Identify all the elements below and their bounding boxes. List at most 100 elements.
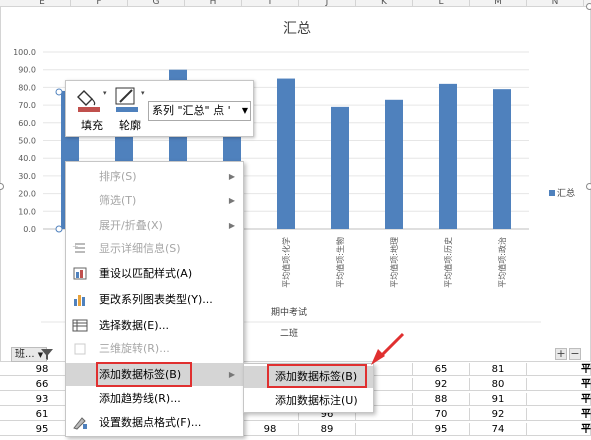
column-header[interactable]: E xyxy=(14,0,71,6)
column-header[interactable]: H xyxy=(185,0,242,6)
select-data-icon xyxy=(72,319,88,332)
resize-handle-right[interactable] xyxy=(586,183,591,190)
table-cell[interactable]: 89 xyxy=(299,423,356,436)
menu-item-filter[interactable]: 筛选(T) ▶ xyxy=(66,189,243,212)
series-selector-value: 系列 "汇总" 点 ' xyxy=(152,104,231,117)
table-cell[interactable]: 平 xyxy=(579,363,591,376)
menu-item-label: 更改系列图表类型(Y)... xyxy=(99,293,213,306)
column-header[interactable]: M xyxy=(470,0,527,6)
x-tick-label: 平均值项:化学 xyxy=(281,237,291,288)
chevron-right-icon: ▶ xyxy=(228,370,235,379)
y-tick-label: 80.0 xyxy=(18,83,36,92)
table-cell[interactable]: 98 xyxy=(242,423,299,436)
menu-item-label: 三维旋转(R)... xyxy=(99,342,170,355)
outline-button[interactable]: ▾ 轮廓 xyxy=(110,85,150,135)
menu-item-label: 筛选(T) xyxy=(99,194,137,207)
table-cell[interactable]: 74 xyxy=(470,423,527,436)
column-header[interactable]: I xyxy=(242,0,299,6)
table-cell[interactable]: 61 xyxy=(14,408,71,421)
column-header[interactable]: L xyxy=(413,0,470,6)
show-details-icon: + xyxy=(72,242,85,253)
chevron-right-icon: ▶ xyxy=(228,196,235,205)
fill-label: 填充 xyxy=(81,119,103,132)
chart-type-icon xyxy=(74,295,85,306)
highlight-box xyxy=(96,362,192,387)
table-cell[interactable]: 93 xyxy=(14,393,71,406)
series-selector-dropdown[interactable]: 系列 "汇总" 点 ' ▼ xyxy=(148,101,251,121)
table-cell[interactable]: 91 xyxy=(470,393,527,406)
row-field-label: 班... xyxy=(15,349,35,360)
resize-handle-top-right[interactable] xyxy=(586,3,591,10)
table-cell[interactable]: 平 xyxy=(579,378,591,391)
menu-item-show-details[interactable]: + 显示详细信息(S) xyxy=(66,237,243,260)
table-cell[interactable]: 92 xyxy=(413,378,470,391)
table-cell[interactable]: 98 xyxy=(14,363,71,376)
format-data-point-icon xyxy=(73,417,87,430)
menu-item-label: 重设以匹配样式(A) xyxy=(99,267,193,280)
column-header[interactable]: G xyxy=(128,0,185,6)
y-tick-label: 40.0 xyxy=(18,154,36,163)
column-header[interactable]: K xyxy=(356,0,413,6)
table-cell[interactable]: 平 xyxy=(579,408,591,421)
table-cell[interactable]: 平 xyxy=(579,393,591,406)
menu-item-sort[interactable]: 排序(S) ▶ xyxy=(66,165,243,188)
selection-handle xyxy=(55,88,63,96)
bar xyxy=(493,89,511,229)
table-cell[interactable]: 92 xyxy=(470,408,527,421)
fill-button[interactable]: ▾ 填充 xyxy=(72,85,112,135)
context-menu: 排序(S) ▶ 筛选(T) ▶ 展开/折叠(X) ▶ + 显示详细信息(S) 重… xyxy=(65,161,244,437)
table-cell[interactable]: 70 xyxy=(413,408,470,421)
chart-title: 汇总 xyxy=(283,21,311,37)
table-cell[interactable]: 88 xyxy=(413,393,470,406)
y-tick-label: 10.0 xyxy=(18,207,36,216)
submenu-item-add-data-callouts[interactable]: 添加数据标注(U) xyxy=(244,390,373,412)
y-tick-label: 90.0 xyxy=(18,66,36,75)
y-tick-label: 100.0 xyxy=(13,48,36,57)
table-cell[interactable]: 95 xyxy=(14,423,71,436)
column-header[interactable]: N xyxy=(527,0,584,6)
menu-item-label: 展开/折叠(X) xyxy=(99,219,163,232)
bar xyxy=(277,78,295,229)
bar xyxy=(385,99,403,229)
chevron-down-icon: ▼ xyxy=(241,106,248,115)
column-header[interactable]: J xyxy=(299,0,356,6)
collapse-button[interactable]: − xyxy=(569,348,581,360)
paint-bucket-icon: ▾ xyxy=(77,89,107,112)
submenu-item-label: 添加数据标注(U) xyxy=(275,394,358,407)
axis-group-label: 期中考试 xyxy=(271,306,307,318)
table-cell[interactable]: 65 xyxy=(413,363,470,376)
legend-label: 汇总 xyxy=(557,187,575,199)
menu-item-select-data[interactable]: 选择数据(E)... xyxy=(66,314,243,337)
svg-text:▾: ▾ xyxy=(103,89,107,97)
y-tick-label: 70.0 xyxy=(18,101,36,110)
menu-item-label: 添加趋势线(R)... xyxy=(99,392,181,405)
chevron-right-icon: ▶ xyxy=(228,221,235,230)
y-tick-label: 30.0 xyxy=(18,172,36,181)
rotation-icon xyxy=(74,343,86,355)
table-cell[interactable]: 95 xyxy=(413,423,470,436)
menu-item-add-trendline[interactable]: 添加趋势线(R)... xyxy=(66,387,243,410)
menu-item-reset-style[interactable]: 重设以匹配样式(A) xyxy=(66,262,243,285)
y-tick-label: 0.0 xyxy=(23,225,36,234)
table-cell[interactable]: 80 xyxy=(470,378,527,391)
outline-label: 轮廓 xyxy=(119,119,141,132)
menu-item-3d-rotation[interactable]: 三维旋转(R)... xyxy=(66,337,243,360)
filter-icon[interactable] xyxy=(40,348,54,361)
bar xyxy=(439,83,457,229)
svg-text:▾: ▾ xyxy=(141,89,145,97)
column-header[interactable]: F xyxy=(71,0,128,6)
svg-text:+: + xyxy=(72,242,79,251)
expand-button[interactable]: + xyxy=(555,348,567,360)
menu-item-format-data-point[interactable]: 设置数据点格式(F)... xyxy=(66,411,243,434)
table-cell[interactable]: 平 xyxy=(579,423,591,436)
y-tick-label: 60.0 xyxy=(18,119,36,128)
axis-group-label: 二班 xyxy=(280,327,298,339)
table-cell[interactable] xyxy=(356,423,413,436)
menu-item-change-chart-type[interactable]: 更改系列图表类型(Y)... xyxy=(66,288,243,311)
selection-handle xyxy=(55,225,63,233)
reset-style-icon xyxy=(73,267,87,280)
y-tick-label: 20.0 xyxy=(18,190,36,199)
menu-item-expand-collapse[interactable]: 展开/折叠(X) ▶ xyxy=(66,214,243,237)
table-cell[interactable]: 81 xyxy=(470,363,527,376)
table-cell[interactable]: 66 xyxy=(14,378,71,391)
